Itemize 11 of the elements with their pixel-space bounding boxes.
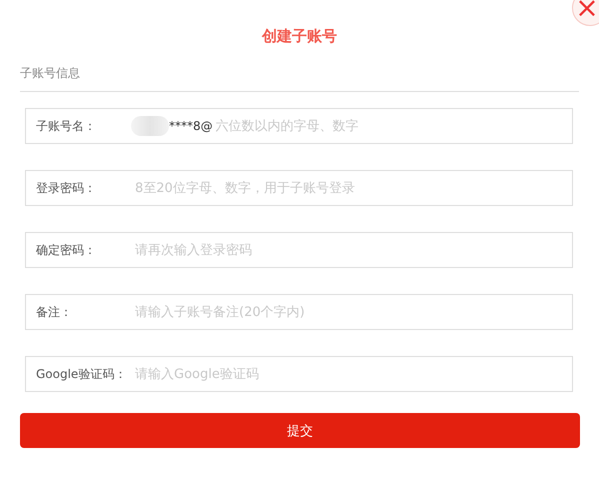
field-label: 登录密码： [36,180,97,196]
field-label: Google验证码： [36,366,128,382]
close-button[interactable]: × [572,0,599,26]
dialog-title: 创建子账号 [262,26,337,46]
field-label: 备注： [36,304,73,320]
section-heading: 子账号信息 [20,66,80,80]
submit-button[interactable]: 提交 [20,413,580,448]
field-label: 确定密码： [36,242,97,258]
redaction-blur [131,116,169,136]
field-label: 子账号名： [36,118,97,134]
field-prefix: ****8@ [169,119,213,133]
